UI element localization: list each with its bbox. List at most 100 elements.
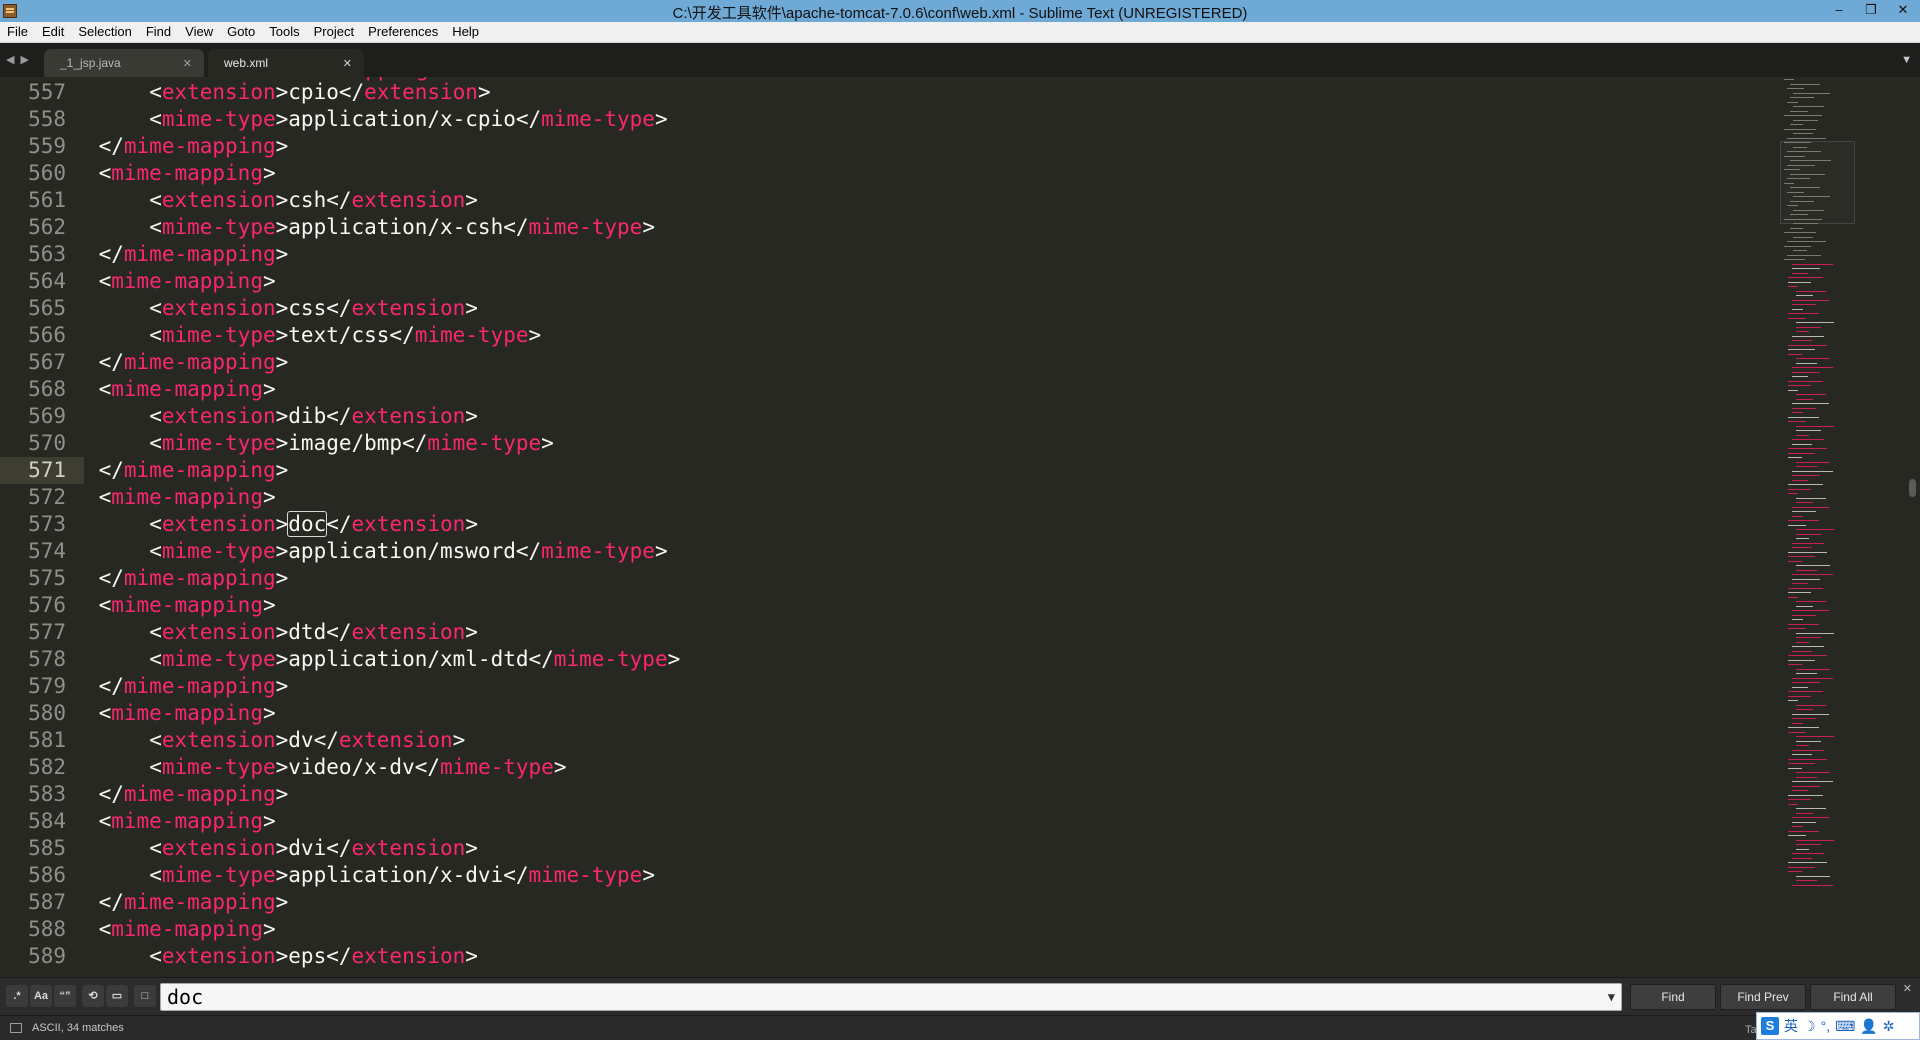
code-area[interactable]: mapping <extension>cpio</extension><mime…: [88, 77, 1768, 977]
case-sensitive-toggle-icon[interactable]: Aa: [30, 985, 52, 1007]
code-line[interactable]: <mime-mapping>: [99, 700, 276, 727]
xml-tag-name: mime-mapping: [123, 350, 276, 374]
in-selection-toggle-icon[interactable]: ▭: [106, 985, 128, 1007]
find-history-dropdown-icon[interactable]: ▼: [1608, 984, 1615, 1010]
code-line[interactable]: <mime-mapping>: [99, 916, 276, 943]
close-find-panel-icon[interactable]: ✕: [1903, 982, 1912, 995]
code-line[interactable]: <mime-type>application/x-csh</mime-type>: [149, 214, 655, 241]
vertical-scrollbar[interactable]: [1905, 77, 1920, 977]
menu-tools[interactable]: Tools: [262, 22, 306, 42]
code-text: >text/css</: [275, 323, 415, 347]
code-line[interactable]: <extension>doc</extension>: [149, 511, 478, 538]
menu-selection[interactable]: Selection: [71, 22, 138, 42]
find-prev-button[interactable]: Find Prev: [1720, 984, 1806, 1010]
code-text: </: [98, 134, 124, 158]
code-line[interactable]: </mime-mapping>: [99, 133, 289, 160]
code-text: >: [465, 512, 478, 536]
find-all-button[interactable]: Find All: [1810, 984, 1896, 1010]
code-text: >: [275, 512, 289, 536]
code-line[interactable]: </mime-mapping>: [99, 565, 289, 592]
code-line[interactable]: <extension>dtd</extension>: [149, 619, 478, 646]
menu-help[interactable]: Help: [445, 22, 486, 42]
code-text: </: [98, 350, 124, 374]
code-line[interactable]: </mime-mapping>: [99, 457, 289, 484]
moon-icon[interactable]: ☽: [1803, 1018, 1816, 1035]
minimap-line: [1796, 322, 1834, 323]
tab-size-indicator[interactable]: Ta: [1745, 1024, 1757, 1036]
tab-web-xml[interactable]: web.xml ✕: [208, 49, 364, 77]
show-panel-icon[interactable]: [10, 1023, 22, 1033]
menu-preferences[interactable]: Preferences: [361, 22, 445, 42]
code-line[interactable]: <extension>csh</extension>: [149, 187, 478, 214]
menu-edit[interactable]: Edit: [35, 22, 71, 42]
code-line[interactable]: <extension>css</extension>: [149, 295, 478, 322]
xml-tag-name: mime-mapping: [123, 890, 276, 914]
restore-icon[interactable]: ❐: [1860, 0, 1882, 20]
code-line[interactable]: <mime-mapping>: [99, 808, 276, 835]
find-input[interactable]: doc ▼: [160, 983, 1622, 1011]
highlight-matches-toggle-icon[interactable]: □: [134, 985, 156, 1007]
code-line[interactable]: <mime-mapping>: [99, 268, 276, 295]
code-line[interactable]: </mime-mapping>: [99, 241, 289, 268]
code-text: >: [465, 296, 478, 320]
minimap-line: [1792, 650, 1812, 652]
code-line[interactable]: </mime-mapping>: [99, 781, 289, 808]
minimap-line: [1796, 430, 1822, 431]
keyboard-icon[interactable]: ⌨: [1835, 1018, 1855, 1035]
settings-icon[interactable]: ✲: [1883, 1018, 1895, 1035]
code-line[interactable]: <extension>eps</extension>: [149, 943, 478, 970]
minimap[interactable]: [1780, 77, 1890, 977]
wrap-toggle-icon[interactable]: ⟲: [82, 985, 104, 1007]
code-line[interactable]: <mime-type>video/x-dv</mime-type>: [149, 754, 566, 781]
tab-nav-arrows-icon[interactable]: ◀▶: [6, 53, 35, 66]
code-line[interactable]: </mime-mapping>: [99, 673, 289, 700]
minimize-icon[interactable]: –: [1828, 0, 1850, 20]
ime-language-toggle[interactable]: 英: [1784, 1016, 1798, 1036]
code-line[interactable]: </mime-mapping>: [99, 889, 289, 916]
minimap-line: [1796, 808, 1826, 809]
regex-toggle-icon[interactable]: .*: [6, 985, 28, 1007]
minimap-line: [1792, 511, 1816, 512]
whole-word-toggle-icon[interactable]: “”: [54, 985, 76, 1007]
code-line[interactable]: <extension>cpio</extension>: [149, 79, 490, 106]
xml-tag-name: mime-type: [161, 755, 276, 779]
code-line[interactable]: <extension>dv</extension>: [149, 727, 465, 754]
find-button[interactable]: Find: [1630, 984, 1716, 1010]
code-line[interactable]: <mime-mapping>: [99, 484, 276, 511]
menu-view[interactable]: View: [178, 22, 220, 42]
menu-project[interactable]: Project: [307, 22, 361, 42]
tab-overflow-icon[interactable]: ▼: [1901, 54, 1912, 66]
code-line[interactable]: <mime-type>image/bmp</mime-type>: [149, 430, 554, 457]
code-line[interactable]: <extension>dib</extension>: [149, 403, 478, 430]
code-line[interactable]: <mime-mapping>: [99, 592, 276, 619]
code-line[interactable]: <mime-type>text/css</mime-type>: [149, 322, 541, 349]
scrollbar-thumb[interactable]: [1909, 479, 1916, 497]
minimap-line: [1792, 857, 1812, 859]
minimap-line: [1793, 106, 1824, 107]
code-text: >: [654, 539, 668, 563]
sogou-logo-icon[interactable]: S: [1761, 1017, 1779, 1035]
tab-jsp-java[interactable]: _1_jsp.java ✕: [44, 49, 204, 77]
code-line[interactable]: <mime-type>application/msword</mime-type…: [149, 538, 667, 565]
editor-pane[interactable]: 557 558 559 560 561 562 563 564 565 566 567 568 569 5…: [0, 77, 1920, 977]
code-line[interactable]: <mime-type>application/xml-dtd</mime-typ…: [149, 646, 680, 673]
close-tab-icon[interactable]: ✕: [343, 57, 352, 70]
code-line[interactable]: <mime-type>application/x-dvi</mime-type>: [149, 862, 655, 889]
code-text: <: [98, 917, 112, 941]
minimap-line: [1788, 691, 1824, 692]
close-window-icon[interactable]: ✕: [1892, 0, 1914, 20]
code-line[interactable]: <mime-mapping>: [99, 160, 276, 187]
code-line[interactable]: </mime-mapping>: [99, 349, 289, 376]
menu-find[interactable]: Find: [139, 22, 178, 42]
menu-goto[interactable]: Goto: [220, 22, 262, 42]
user-icon[interactable]: 👤: [1860, 1018, 1877, 1035]
line-number: 573: [28, 512, 66, 536]
code-line[interactable]: <extension>dvi</extension>: [149, 835, 478, 862]
code-line[interactable]: <mime-mapping>: [99, 376, 276, 403]
close-tab-icon[interactable]: ✕: [183, 57, 192, 70]
code-line[interactable]: <mime-type>application/x-cpio</mime-type…: [149, 106, 667, 133]
code-text: <: [149, 188, 162, 212]
punctuation-icon[interactable]: °,: [1821, 1018, 1831, 1034]
line-number: 571: [28, 458, 66, 482]
menu-file[interactable]: File: [0, 22, 35, 42]
